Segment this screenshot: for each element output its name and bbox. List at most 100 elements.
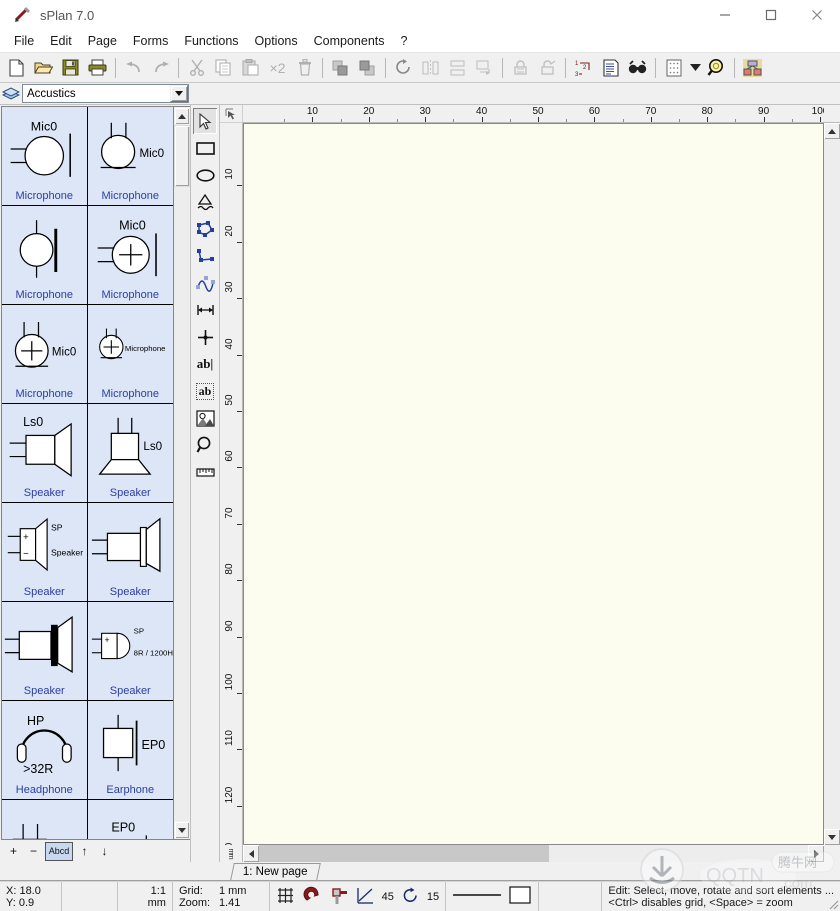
find-icon[interactable] bbox=[625, 55, 650, 80]
close-button[interactable] bbox=[794, 0, 840, 30]
color-icon[interactable] bbox=[740, 55, 765, 80]
page-sheet[interactable] bbox=[244, 124, 823, 844]
menu-help[interactable]: ? bbox=[393, 32, 416, 50]
minimize-button[interactable] bbox=[702, 0, 748, 30]
zoom-tool[interactable] bbox=[193, 432, 217, 458]
parts-list-icon[interactable] bbox=[598, 55, 623, 80]
add-component-button[interactable]: + bbox=[5, 843, 22, 860]
snap-magnet-icon[interactable] bbox=[303, 886, 322, 907]
chevron-left-icon[interactable] bbox=[243, 845, 259, 862]
chevron-up-icon[interactable] bbox=[824, 123, 840, 139]
dimension-tool[interactable] bbox=[193, 297, 217, 323]
canvas-horizontal-scrollbar[interactable]: mm bbox=[220, 845, 840, 862]
palette-item-microphone-4[interactable]: Mic0 Microphone bbox=[87, 206, 173, 305]
text-tool[interactable]: ab| bbox=[193, 351, 217, 377]
line-fill-style[interactable] bbox=[446, 882, 540, 911]
grid-zoom-indicator[interactable]: Grid: 1 mm Zoom: 1.41 bbox=[173, 882, 270, 911]
palette-item-speaker-3[interactable]: + − SP Speaker Speaker bbox=[2, 503, 88, 602]
lock-icon[interactable] bbox=[508, 55, 533, 80]
palette-item-speaker-6[interactable]: + SP 8R / 1200Hz Speaker bbox=[87, 602, 173, 701]
palette-item-microphone-2[interactable]: Mic0 Microphone bbox=[87, 107, 173, 206]
chevron-down-icon[interactable] bbox=[174, 821, 190, 839]
group-icon[interactable] bbox=[472, 55, 497, 80]
palette-scroll-track[interactable] bbox=[174, 125, 190, 821]
auto-number-icon[interactable]: 1 2 3 bbox=[571, 55, 596, 80]
select-tool[interactable] bbox=[193, 108, 217, 134]
chevron-down-icon[interactable] bbox=[824, 829, 840, 845]
menu-functions[interactable]: Functions bbox=[176, 32, 246, 50]
rotation-step-icon[interactable] bbox=[402, 887, 419, 907]
palette-item-microphone-6[interactable]: Microphone Microphone bbox=[87, 305, 173, 404]
palette-item-microphone-5[interactable]: Mic0 Microphone bbox=[2, 305, 88, 404]
palette-item-earphone-1[interactable]: EP0 Earphone bbox=[87, 701, 173, 800]
move-up-button[interactable]: ↑ bbox=[76, 843, 93, 860]
paste-icon[interactable] bbox=[238, 55, 263, 80]
mirror-vertical-icon[interactable] bbox=[445, 55, 470, 80]
text-box-tool[interactable]: ab bbox=[193, 378, 217, 404]
palette-item-earphone-3[interactable]: EP0 bbox=[87, 800, 173, 839]
page-tab-1[interactable]: 1: New page bbox=[230, 863, 321, 880]
connection-point-toggle-icon[interactable] bbox=[330, 886, 349, 908]
image-tool[interactable] bbox=[193, 405, 217, 431]
copy-icon[interactable] bbox=[211, 55, 236, 80]
special-shape-tool[interactable] bbox=[193, 189, 217, 215]
palette-scrollbar[interactable] bbox=[173, 107, 190, 839]
menu-options[interactable]: Options bbox=[247, 32, 306, 50]
polygon-tool[interactable] bbox=[193, 216, 217, 242]
grid-toggle-icon[interactable] bbox=[276, 886, 295, 908]
move-down-button[interactable]: ↓ bbox=[96, 843, 113, 860]
rename-component-button[interactable]: Abcd bbox=[45, 841, 73, 861]
send-back-icon[interactable] bbox=[355, 55, 380, 80]
rectangle-tool[interactable] bbox=[193, 135, 217, 161]
line-style-preview-icon[interactable] bbox=[452, 890, 502, 903]
palette-item-headphone[interactable]: HP >32R Headphone bbox=[2, 701, 88, 800]
resize-grip-icon[interactable] bbox=[827, 898, 839, 910]
canvas-hscroll-track[interactable] bbox=[259, 845, 808, 862]
unlock-icon[interactable] bbox=[535, 55, 560, 80]
mirror-horizontal-icon[interactable] bbox=[418, 55, 443, 80]
drawing-canvas[interactable] bbox=[243, 123, 824, 845]
zoom-icon[interactable] bbox=[704, 55, 729, 80]
angle-snap-icon[interactable] bbox=[357, 887, 374, 907]
redo-icon[interactable] bbox=[148, 55, 173, 80]
vertical-ruler[interactable]: 1020304050607080901001101201301401501601… bbox=[220, 123, 243, 845]
palette-item-microphone-1[interactable]: Mic0 Microphone bbox=[2, 107, 88, 206]
canvas-vertical-scrollbar[interactable] bbox=[824, 123, 840, 845]
bring-front-icon[interactable] bbox=[328, 55, 353, 80]
menu-components[interactable]: Components bbox=[306, 32, 393, 50]
maximize-button[interactable] bbox=[748, 0, 794, 30]
canvas-hscroll-thumb[interactable] bbox=[259, 845, 549, 862]
library-select[interactable]: Accustics bbox=[22, 84, 189, 103]
ellipse-tool[interactable] bbox=[193, 162, 217, 188]
open-icon[interactable] bbox=[31, 55, 56, 80]
chevron-up-icon[interactable] bbox=[174, 107, 190, 125]
menu-edit[interactable]: Edit bbox=[42, 32, 80, 50]
remove-component-button[interactable]: − bbox=[25, 843, 42, 860]
horizontal-ruler[interactable]: 102030405060708090100110120130mm bbox=[243, 105, 824, 123]
new-icon[interactable] bbox=[4, 55, 29, 80]
menu-file[interactable]: File bbox=[6, 32, 42, 50]
delete-icon[interactable] bbox=[292, 55, 317, 80]
palette-scroll-thumb[interactable] bbox=[174, 125, 190, 187]
fill-style-preview-icon[interactable] bbox=[508, 886, 532, 907]
origin-arrow-icon[interactable] bbox=[220, 105, 243, 123]
palette-item-microphone-3[interactable]: Microphone bbox=[2, 206, 88, 305]
polyline-tool[interactable] bbox=[193, 243, 217, 269]
cut-icon[interactable] bbox=[184, 55, 209, 80]
menu-forms[interactable]: Forms bbox=[125, 32, 176, 50]
scale-indicator[interactable]: 1:1 mm bbox=[118, 882, 173, 911]
canvas-vscroll-track[interactable] bbox=[824, 139, 840, 829]
save-icon[interactable] bbox=[58, 55, 83, 80]
grid-dropdown-icon[interactable] bbox=[688, 55, 702, 80]
chevron-down-icon[interactable] bbox=[170, 85, 188, 102]
palette-item-speaker-5[interactable]: Speaker bbox=[2, 602, 88, 701]
duplicate-x2-icon[interactable]: ×2 bbox=[265, 55, 290, 80]
palette-item-speaker-1[interactable]: Ls0 Speaker bbox=[2, 404, 88, 503]
undo-icon[interactable] bbox=[121, 55, 146, 80]
palette-item-speaker-2[interactable]: Ls0 Speaker bbox=[87, 404, 173, 503]
palette-item-earphone-2[interactable]: EP0 bbox=[2, 800, 88, 839]
menu-page[interactable]: Page bbox=[80, 32, 125, 50]
connection-point-tool[interactable] bbox=[193, 324, 217, 350]
print-icon[interactable] bbox=[85, 55, 110, 80]
grid-icon[interactable] bbox=[661, 55, 686, 80]
